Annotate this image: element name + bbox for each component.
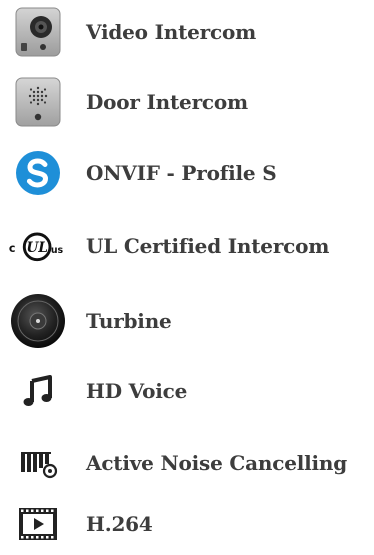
feature-hd-voice: HD Voice <box>0 361 374 421</box>
feature-door-intercom: Door Intercom <box>0 72 374 132</box>
feature-label: H.264 <box>86 512 153 536</box>
feature-label: Video Intercom <box>86 20 257 44</box>
door-intercom-device-icon <box>8 72 68 132</box>
feature-label: Active Noise Cancelling <box>86 451 348 475</box>
video-film-play-icon <box>8 494 68 554</box>
feature-ul-certified-intercom: c UL us UL Certified Intercom <box>0 216 374 276</box>
feature-active-noise-cancelling: Active Noise Cancelling <box>0 433 374 493</box>
feature-list: Video Intercom Door Intercom ONVIF - Pro… <box>0 0 374 555</box>
feature-label: ONVIF - Profile S <box>86 161 277 185</box>
onvif-profile-s-icon <box>8 143 68 203</box>
ul-certified-logo-icon: c UL us <box>8 216 68 276</box>
feature-label: UL Certified Intercom <box>86 234 330 258</box>
feature-h264: H.264 <box>0 494 374 554</box>
feature-onvif-profile-s: ONVIF - Profile S <box>0 143 374 203</box>
turbine-speaker-icon <box>8 291 68 351</box>
svg-text:UL: UL <box>26 240 48 256</box>
feature-label: Door Intercom <box>86 90 248 114</box>
feature-label: HD Voice <box>86 379 188 403</box>
feature-turbine: Turbine <box>0 291 374 351</box>
video-intercom-device-icon <box>8 2 68 62</box>
music-note-icon <box>8 361 68 421</box>
feature-video-intercom: Video Intercom <box>0 2 374 62</box>
svg-text:c: c <box>9 242 16 255</box>
noise-cancelling-icon <box>8 433 68 493</box>
feature-label: Turbine <box>86 309 172 333</box>
svg-text:us: us <box>51 245 64 256</box>
